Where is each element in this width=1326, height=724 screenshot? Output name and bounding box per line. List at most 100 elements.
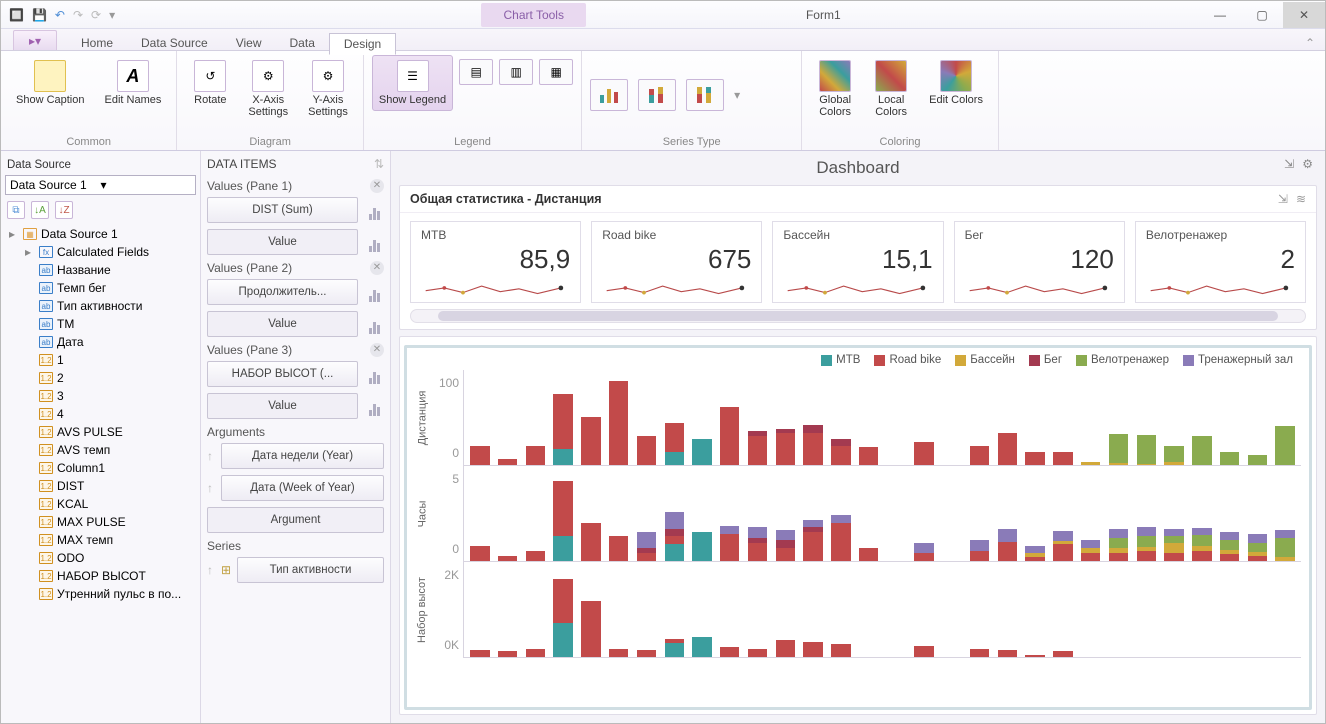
bar-segment[interactable] xyxy=(998,650,1017,657)
refresh-icon[interactable]: ⟳ xyxy=(91,8,101,22)
transpose-icon[interactable]: ⇅ xyxy=(374,157,384,171)
plot-area[interactable] xyxy=(463,562,1301,658)
tab-data-source[interactable]: Data Source xyxy=(127,33,222,53)
bar-segment[interactable] xyxy=(553,481,572,536)
tree-field[interactable]: 1.2AVS PULSE xyxy=(25,423,196,441)
legend-item[interactable]: Бассейн xyxy=(955,354,1015,366)
stat-card[interactable]: Road bike675 xyxy=(591,221,762,303)
argument-placeholder[interactable]: Argument xyxy=(207,507,384,533)
tree-field[interactable]: 1.23 xyxy=(25,387,196,405)
bar-segment[interactable] xyxy=(1164,543,1183,553)
bar-segment[interactable] xyxy=(1053,531,1072,541)
bar-segment[interactable] xyxy=(914,553,933,561)
bar-segment[interactable] xyxy=(1248,543,1267,552)
legend-item[interactable]: Бег xyxy=(1029,354,1062,366)
bar-segment[interactable] xyxy=(553,449,572,465)
tree-field[interactable]: 1.2Column1 xyxy=(25,459,196,477)
bar-segment[interactable] xyxy=(553,394,572,449)
tab-home[interactable]: Home xyxy=(67,33,127,53)
y-axis-settings-button[interactable]: ⚙Y-Axis Settings xyxy=(301,55,355,123)
bar-segment[interactable] xyxy=(1053,651,1072,657)
edit-names-button[interactable]: AEdit Names xyxy=(98,55,169,111)
bar-segment[interactable] xyxy=(665,544,684,561)
bar-segment[interactable] xyxy=(1275,530,1294,538)
bar-segment[interactable] xyxy=(1248,455,1267,465)
bar-segment[interactable] xyxy=(637,650,656,657)
value-placeholder[interactable]: Value xyxy=(207,229,358,255)
bar-segment[interactable] xyxy=(1137,551,1156,561)
bar-segment[interactable] xyxy=(776,548,795,561)
legend-item[interactable]: Тренажерный зал xyxy=(1183,354,1293,366)
bar-segment[interactable] xyxy=(637,532,656,549)
bar-segment[interactable] xyxy=(553,536,572,561)
chart-tools-tab[interactable]: Chart Tools xyxy=(481,3,585,27)
bars-icon[interactable] xyxy=(364,282,384,302)
tree-field[interactable]: 1.24 xyxy=(25,405,196,423)
bar-segment[interactable] xyxy=(914,442,933,465)
redo-icon[interactable]: ↷ xyxy=(73,8,83,22)
bar-segment[interactable] xyxy=(1164,446,1183,462)
value-item[interactable]: DIST (Sum) xyxy=(207,197,358,223)
bar-segment[interactable] xyxy=(776,540,795,548)
bar-segment[interactable] xyxy=(859,548,878,561)
bar-segment[interactable] xyxy=(1248,534,1267,542)
remove-pane-icon[interactable]: ✕ xyxy=(370,261,384,275)
bars-icon[interactable] xyxy=(364,232,384,252)
x-axis-settings-button[interactable]: ⚙X-Axis Settings xyxy=(241,55,295,123)
bar-segment[interactable] xyxy=(803,532,822,561)
remove-pane-icon[interactable]: ✕ xyxy=(370,343,384,357)
bar-segment[interactable] xyxy=(1081,553,1100,561)
bar-segment[interactable] xyxy=(498,651,517,657)
bar-segment[interactable] xyxy=(970,446,989,465)
edit-colors-button[interactable]: Edit Colors xyxy=(922,55,990,111)
bar-segment[interactable] xyxy=(970,540,989,551)
bar-segment[interactable] xyxy=(581,601,600,657)
bar-segment[interactable] xyxy=(1164,462,1183,465)
bar-segment[interactable] xyxy=(1275,426,1294,465)
tree-field[interactable]: 1.2Утренний пульс в по... xyxy=(25,585,196,603)
bar-segment[interactable] xyxy=(581,523,600,561)
bar-segment[interactable] xyxy=(748,543,767,562)
bar-segment[interactable] xyxy=(609,649,628,657)
tab-design[interactable]: Design xyxy=(329,33,396,55)
bar-segment[interactable] xyxy=(637,436,656,465)
value-placeholder[interactable]: Value xyxy=(207,393,358,419)
bar-segment[interactable] xyxy=(1109,529,1128,537)
tree-field[interactable]: abТип активности xyxy=(25,297,196,315)
bar-segment[interactable] xyxy=(665,452,684,465)
bar-segment[interactable] xyxy=(1137,527,1156,535)
bar-segment[interactable] xyxy=(970,649,989,657)
multi-icon[interactable]: ≋ xyxy=(1296,192,1306,206)
bar-segment[interactable] xyxy=(1275,538,1294,557)
bar-segment[interactable] xyxy=(609,536,628,561)
sort-desc-icon[interactable]: ↓Z xyxy=(55,201,73,219)
bar-segment[interactable] xyxy=(803,520,822,527)
argument-item[interactable]: Дата (Week of Year) xyxy=(221,475,384,501)
global-colors-button[interactable]: Global Colors xyxy=(810,55,860,123)
bar-segment[interactable] xyxy=(1053,452,1072,465)
tree-field[interactable]: 1.2DIST xyxy=(25,477,196,495)
bar-segment[interactable] xyxy=(831,515,850,523)
undo-icon[interactable]: ↶ xyxy=(55,8,65,22)
bars-icon[interactable] xyxy=(364,396,384,416)
bar-segment[interactable] xyxy=(1137,536,1156,547)
bar-segment[interactable] xyxy=(720,526,739,534)
value-placeholder[interactable]: Value xyxy=(207,311,358,337)
bar-segment[interactable] xyxy=(470,650,489,657)
bar-segment[interactable] xyxy=(1192,528,1211,535)
stat-card[interactable]: Бассейн15,1 xyxy=(772,221,943,303)
bar-segment[interactable] xyxy=(914,543,933,553)
bar-segment[interactable] xyxy=(1164,536,1183,543)
bar-segment[interactable] xyxy=(665,643,684,657)
bar-segment[interactable] xyxy=(831,523,850,561)
bar-segment[interactable] xyxy=(553,579,572,624)
bar-segment[interactable] xyxy=(1025,655,1044,657)
bar-segment[interactable] xyxy=(498,459,517,466)
bar-segment[interactable] xyxy=(553,623,572,657)
show-legend-button[interactable]: ☰Show Legend xyxy=(372,55,453,111)
bar-segment[interactable] xyxy=(1220,532,1239,540)
bar-segment[interactable] xyxy=(998,542,1017,561)
bar-segment[interactable] xyxy=(470,546,489,561)
export-icon[interactable]: ⇲ xyxy=(1284,157,1294,171)
tree-field[interactable]: abДата xyxy=(25,333,196,351)
